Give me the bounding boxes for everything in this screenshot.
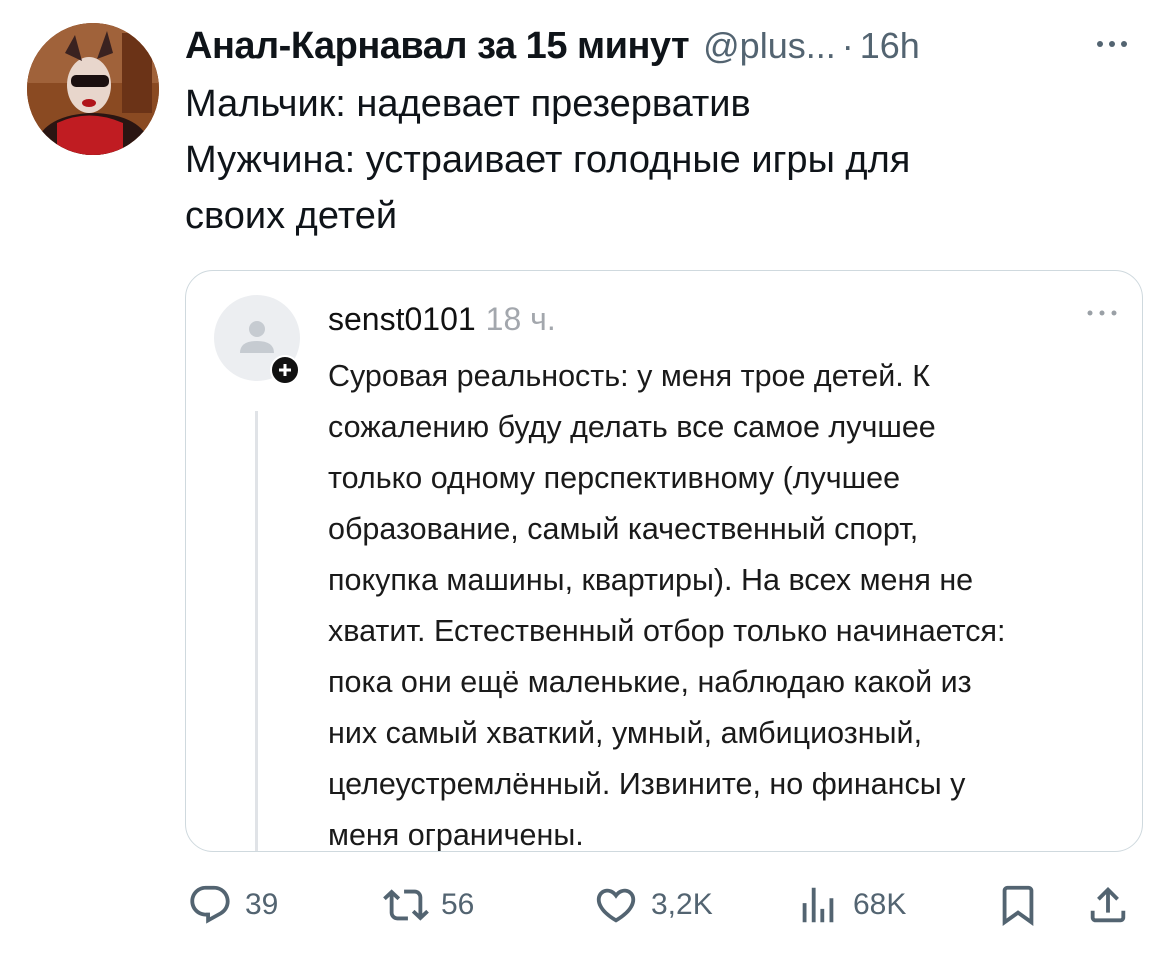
tweet-text: Мальчик: надевает презерватив Мужчина: у…	[185, 76, 1145, 244]
quoted-username-row: senst0101 18 ч.	[328, 301, 556, 338]
reply-button[interactable]: 39	[187, 880, 278, 930]
quoted-text-line: меня ограничены.	[328, 818, 584, 852]
author-avatar-image	[27, 23, 159, 155]
thread-line	[255, 411, 258, 851]
quoted-post[interactable]: senst0101 18 ч. Суровая реальность: у мен…	[185, 270, 1143, 852]
reply-icon	[190, 885, 230, 924]
like-button[interactable]: 3,2K	[593, 880, 713, 930]
quoted-text-line: них самый хваткий, умный, амбициозный,	[328, 716, 923, 750]
quoted-more-icon[interactable]	[1082, 301, 1122, 325]
bookmark-icon	[1002, 885, 1034, 926]
bookmark-button[interactable]	[995, 880, 1041, 930]
reply-count: 39	[245, 888, 279, 921]
tweet-header: Анал-Карнавал за 15 минут @plus... · 16h	[185, 22, 1140, 70]
quoted-text-line: хватит. Естественный отбор только начина…	[328, 614, 1006, 648]
quoted-text-line: пока они ещё маленькие, наблюдаю какой и…	[328, 665, 972, 699]
tweet-actions: 39 56 3,2K 68K	[185, 880, 1145, 930]
quoted-text-line: целеустремлённый. Извините, но финансы у	[328, 767, 966, 801]
quoted-text-line: сожалению буду делать все самое лучшее	[328, 410, 936, 444]
views-icon	[802, 887, 834, 923]
tweet-text-line: Мальчик: надевает презерватив	[185, 83, 751, 125]
like-count: 3,2K	[651, 888, 713, 921]
author-avatar[interactable]	[27, 23, 159, 155]
quoted-text-line: Суровая реальность: у меня трое детей. К	[328, 359, 931, 393]
tweet-text-line: Мужчина: устраивает голодные игры для	[185, 139, 911, 181]
retweet-icon	[383, 889, 429, 921]
tweet-time[interactable]: 16h	[860, 25, 920, 67]
author-handle[interactable]: @plus...	[703, 25, 836, 67]
share-icon	[1090, 886, 1126, 923]
quoted-text-line: покупка машины, квартиры). На всех меня …	[328, 563, 974, 597]
quoted-text-line: образование, самый качественный спорт,	[328, 512, 919, 546]
quoted-time: 18 ч.	[485, 301, 556, 337]
share-button[interactable]	[1085, 880, 1131, 930]
header-separator: ·	[841, 25, 854, 66]
quoted-text-line: только одному перспективному (лучшее	[328, 461, 901, 495]
heart-icon	[596, 888, 636, 923]
views-button[interactable]: 68K	[795, 880, 906, 930]
more-options-icon[interactable]	[1092, 24, 1132, 64]
quoted-username[interactable]: senst0101	[328, 301, 476, 337]
retweet-button[interactable]: 56	[383, 880, 474, 930]
retweet-count: 56	[441, 888, 475, 921]
tweet-text-line: своих детей	[185, 195, 398, 237]
author-display-name[interactable]: Анал-Карнавал за 15 минут	[185, 25, 690, 68]
views-count: 68K	[853, 888, 907, 921]
quoted-text: Суровая реальность: у меня трое детей. К…	[328, 351, 1128, 852]
follow-plus-icon[interactable]	[270, 355, 300, 385]
